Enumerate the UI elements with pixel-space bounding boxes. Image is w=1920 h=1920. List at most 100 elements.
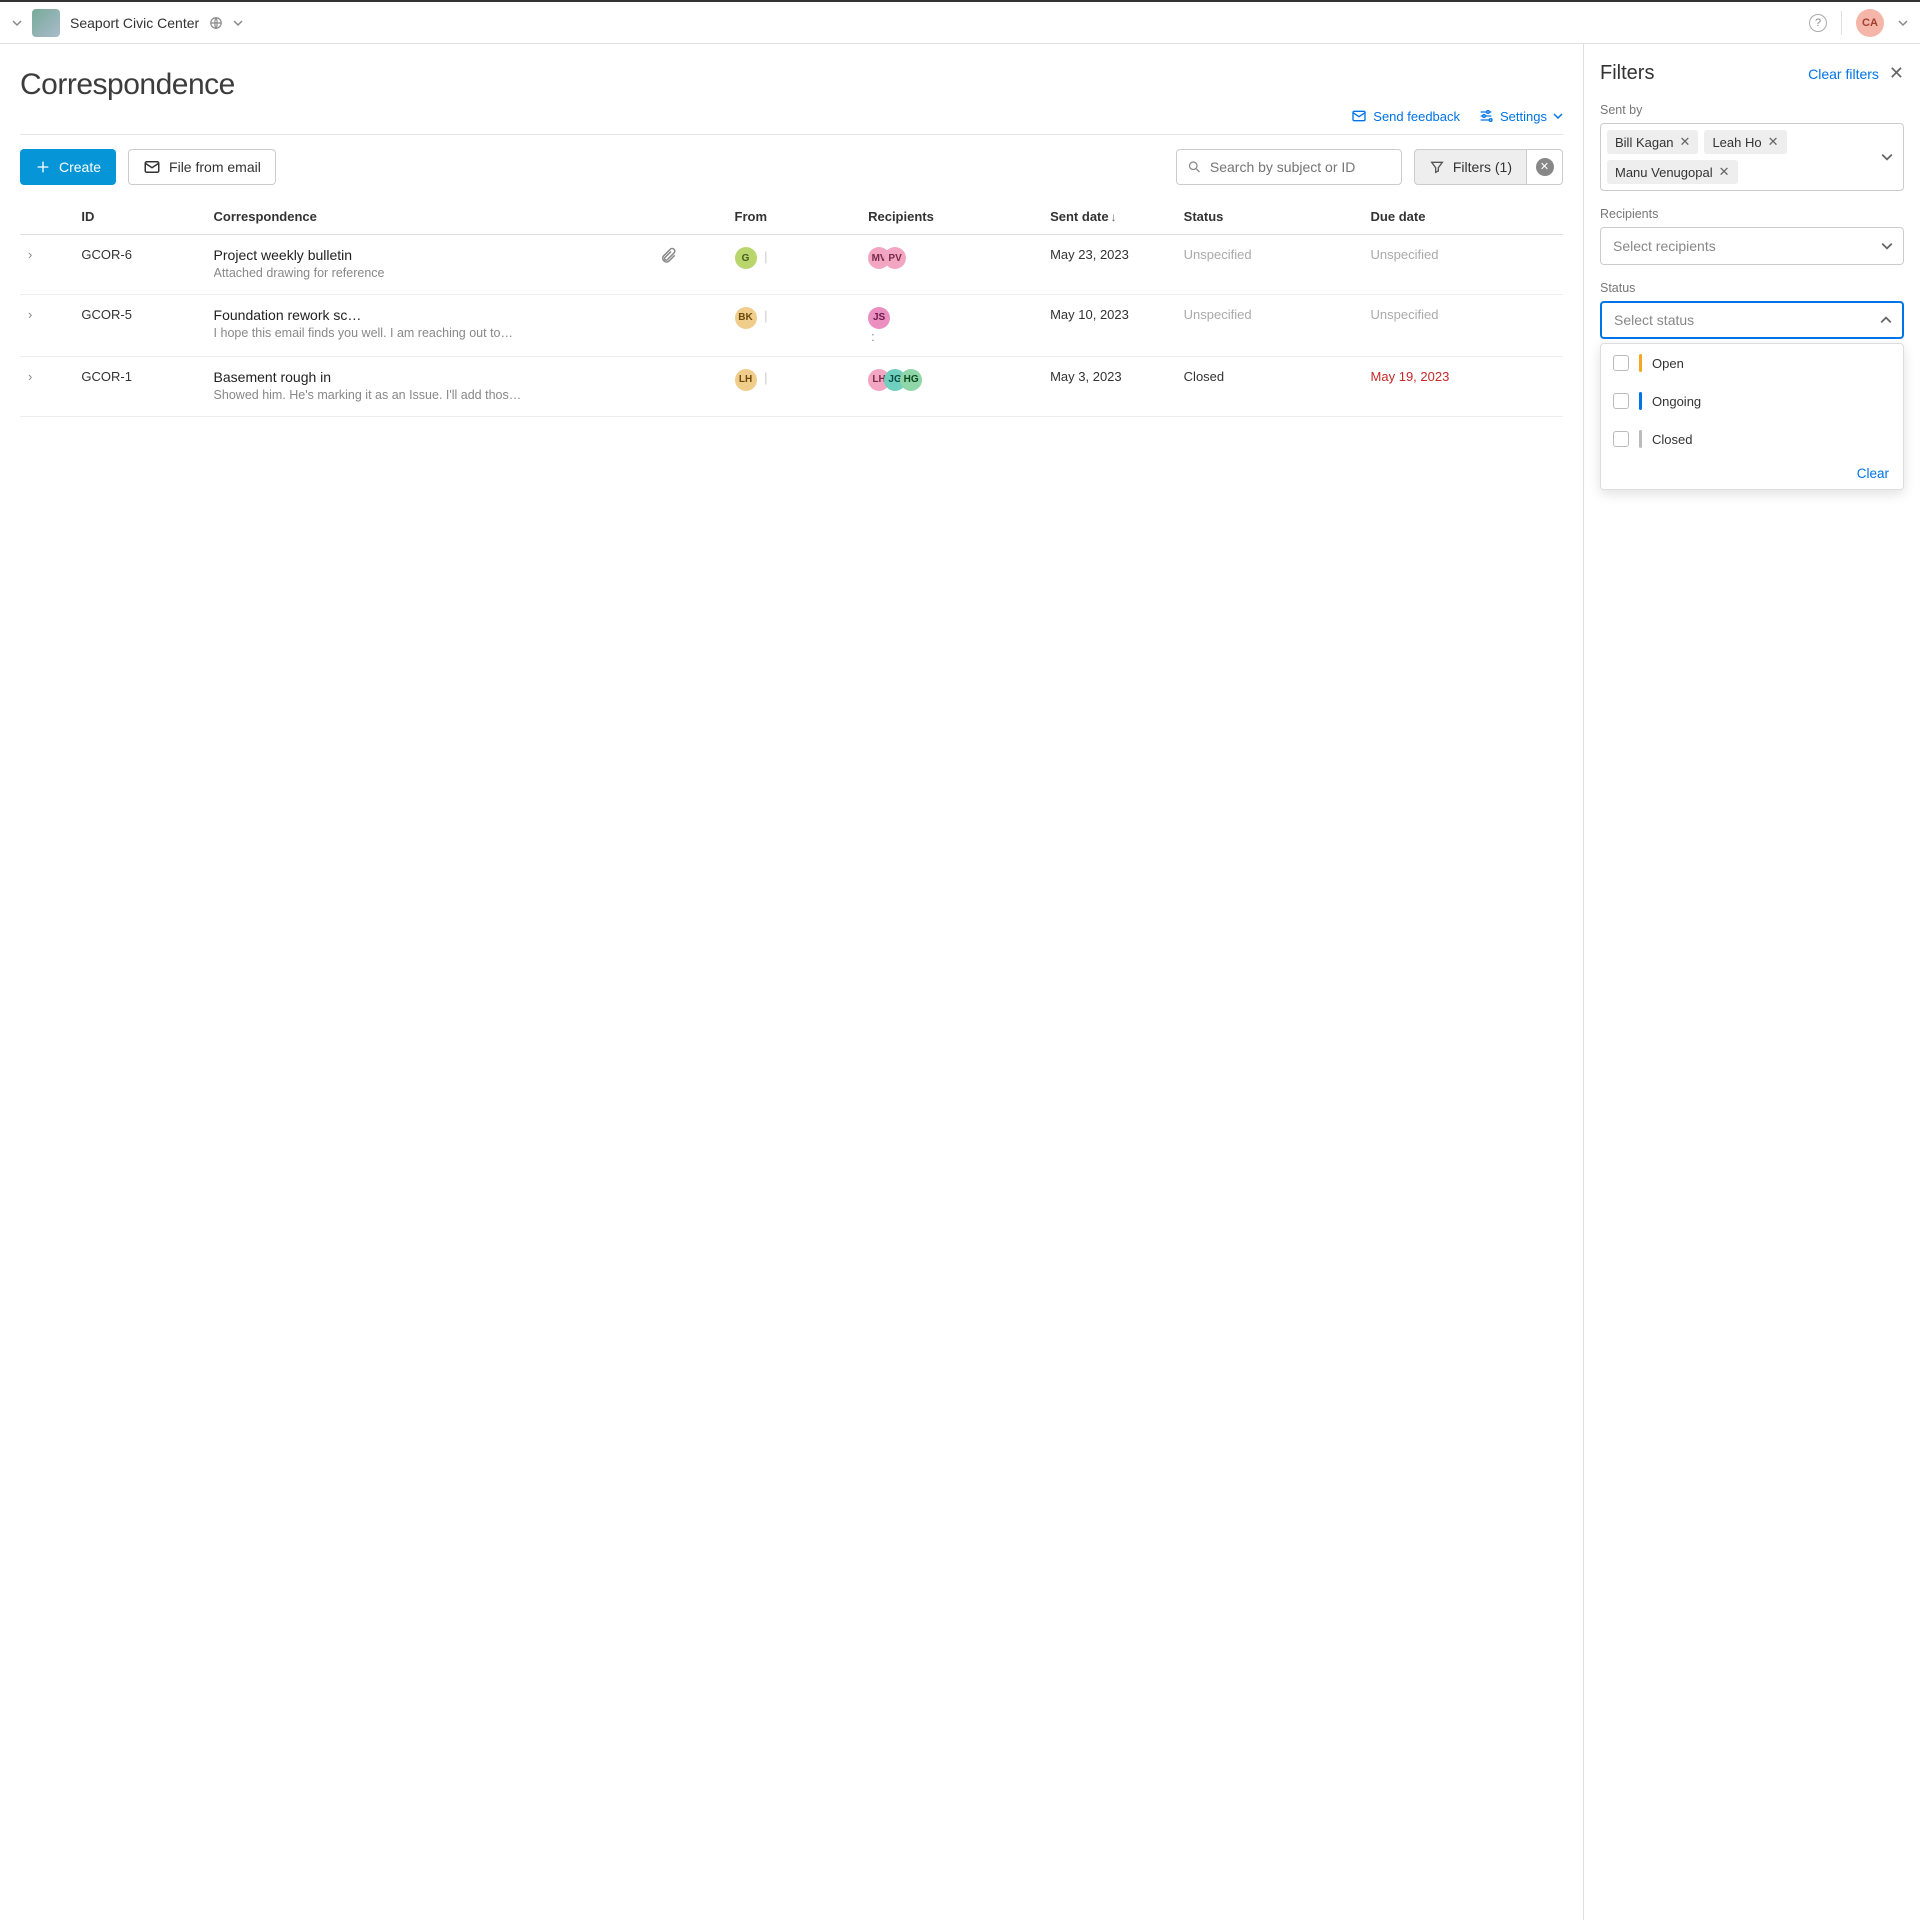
- table-row[interactable]: › GCOR-6 Project weekly bulletin Attache…: [20, 235, 1563, 295]
- file-from-email-button[interactable]: File from email: [128, 149, 276, 185]
- status-option[interactable]: Open: [1601, 344, 1903, 382]
- tag-label: Bill Kagan: [1615, 135, 1674, 150]
- subject: Basement rough in: [214, 369, 643, 385]
- filter-sent-by: Sent by Bill Kagan✕Leah Ho✕Manu Venugopa…: [1600, 103, 1904, 191]
- table-row[interactable]: › GCOR-5 Foundation rework sc… I hope th…: [20, 294, 1563, 356]
- user-avatar[interactable]: CA: [1856, 9, 1884, 37]
- send-feedback-link[interactable]: Send feedback: [1351, 108, 1460, 124]
- filter-recipients: Recipients Select recipients: [1600, 207, 1904, 265]
- tag-label: Manu Venugopal: [1615, 165, 1713, 180]
- filter-status: Status Select status Open Ongoing Closed…: [1600, 281, 1904, 490]
- status-select[interactable]: Select status: [1600, 301, 1904, 339]
- status-dropdown: Open Ongoing Closed Clear: [1600, 343, 1904, 490]
- sent-by-select[interactable]: Bill Kagan✕Leah Ho✕Manu Venugopal✕: [1600, 123, 1904, 191]
- preview: I hope this email finds you well. I am r…: [214, 325, 643, 342]
- help-icon[interactable]: ?: [1809, 14, 1827, 32]
- col-recipients[interactable]: Recipients: [860, 199, 1042, 235]
- cell-attachment: [651, 235, 727, 295]
- filters-panel: Filters Clear filters ✕ Sent by Bill Kag…: [1584, 44, 1920, 1920]
- recipient-avatar: JS: [868, 307, 890, 329]
- project-thumbnail[interactable]: [32, 9, 60, 37]
- status-color-bar: [1639, 392, 1642, 410]
- col-correspondence[interactable]: Correspondence: [206, 199, 651, 235]
- filter-label: Recipients: [1600, 207, 1904, 221]
- checkbox[interactable]: [1613, 355, 1629, 371]
- globe-icon[interactable]: [209, 16, 223, 30]
- recipient-avatar: HG: [900, 369, 922, 391]
- col-expand: [20, 199, 73, 235]
- search-input-wrapper[interactable]: [1176, 149, 1402, 185]
- sort-desc-icon: ↓: [1111, 210, 1117, 224]
- chevron-down-icon[interactable]: [1898, 18, 1908, 28]
- search-input[interactable]: [1210, 159, 1391, 175]
- filters-header: Filters Clear filters ✕: [1600, 62, 1904, 85]
- placeholder: Select recipients: [1613, 238, 1716, 254]
- col-sent-date[interactable]: Sent date↓: [1042, 199, 1176, 235]
- settings-link[interactable]: Settings: [1478, 108, 1563, 124]
- status-option[interactable]: Ongoing: [1601, 382, 1903, 420]
- filters-button-group: Filters (1) ✕: [1414, 149, 1563, 185]
- cell-from: G |: [727, 235, 861, 295]
- table-row[interactable]: › GCOR-1 Basement rough in Showed him. H…: [20, 356, 1563, 416]
- filter-tag: Bill Kagan ✕: [1607, 130, 1698, 154]
- filters-button[interactable]: Filters (1): [1414, 149, 1527, 185]
- clear-filters-link[interactable]: Clear filters: [1808, 66, 1879, 82]
- cell-from: BK |: [727, 294, 861, 356]
- chevron-down-icon[interactable]: [12, 18, 22, 28]
- expand-row-icon[interactable]: ›: [28, 247, 32, 262]
- col-due-date[interactable]: Due date: [1363, 199, 1563, 235]
- filter-tag: Manu Venugopal ✕: [1607, 160, 1738, 184]
- close-icon: ✕: [1536, 158, 1554, 176]
- remove-tag-icon[interactable]: ✕: [1719, 164, 1730, 180]
- cell-sent-date: May 23, 2023: [1042, 235, 1176, 295]
- mail-icon: [143, 158, 161, 176]
- expand-row-icon[interactable]: ›: [28, 307, 32, 322]
- status-option-label: Closed: [1652, 432, 1692, 447]
- cell-id: GCOR-1: [73, 356, 205, 416]
- recipients-select[interactable]: Select recipients: [1600, 227, 1904, 265]
- cell-recipients: LHJGHG: [860, 356, 1042, 416]
- chevron-up-icon: [1880, 314, 1892, 326]
- sender-avatar: BK: [735, 307, 757, 329]
- chevron-down-icon[interactable]: [233, 18, 243, 28]
- cell-attachment: [651, 356, 727, 416]
- more-indicator: :: [871, 329, 875, 344]
- close-icon[interactable]: ✕: [1889, 63, 1904, 84]
- main-content: Correspondence Send feedback Settings Cr…: [0, 44, 1584, 1920]
- expand-row-icon[interactable]: ›: [28, 369, 32, 384]
- create-button[interactable]: Create: [20, 149, 116, 185]
- topbar: Seaport Civic Center ? CA: [0, 0, 1920, 44]
- toolbar: Create File from email Filters (1) ✕: [20, 135, 1563, 199]
- cell-due-date: Unspecified: [1363, 294, 1563, 356]
- sender-avatar: LH: [735, 369, 757, 391]
- chevron-down-icon: [1881, 151, 1893, 163]
- page-title: Correspondence: [20, 68, 1563, 102]
- send-feedback-label: Send feedback: [1373, 109, 1460, 124]
- checkbox[interactable]: [1613, 393, 1629, 409]
- status-color-bar: [1639, 354, 1642, 372]
- project-name[interactable]: Seaport Civic Center: [70, 15, 199, 31]
- topbar-right: ? CA: [1809, 9, 1908, 37]
- subject: Foundation rework sc…: [214, 307, 643, 323]
- checkbox[interactable]: [1613, 431, 1629, 447]
- status-option-label: Open: [1652, 356, 1684, 371]
- sliders-icon: [1478, 108, 1494, 124]
- status-option[interactable]: Closed: [1601, 420, 1903, 458]
- cell-status: Closed: [1176, 356, 1363, 416]
- col-status[interactable]: Status: [1176, 199, 1363, 235]
- cell-id: GCOR-5: [73, 294, 205, 356]
- clear-filters-button[interactable]: ✕: [1527, 149, 1563, 185]
- cell-due-date: May 19, 2023: [1363, 356, 1563, 416]
- filter-icon: [1429, 159, 1445, 175]
- remove-tag-icon[interactable]: ✕: [1680, 134, 1691, 150]
- filters-label: Filters (1): [1453, 159, 1512, 175]
- cell-status: Unspecified: [1176, 294, 1363, 356]
- dropdown-clear[interactable]: Clear: [1857, 466, 1889, 481]
- col-from[interactable]: From: [727, 199, 861, 235]
- col-attachment: [651, 199, 727, 235]
- cell-sent-date: May 10, 2023: [1042, 294, 1176, 356]
- col-id[interactable]: ID: [73, 199, 205, 235]
- remove-tag-icon[interactable]: ✕: [1768, 134, 1779, 150]
- status-option-label: Ongoing: [1652, 394, 1701, 409]
- filters-title: Filters: [1600, 62, 1654, 85]
